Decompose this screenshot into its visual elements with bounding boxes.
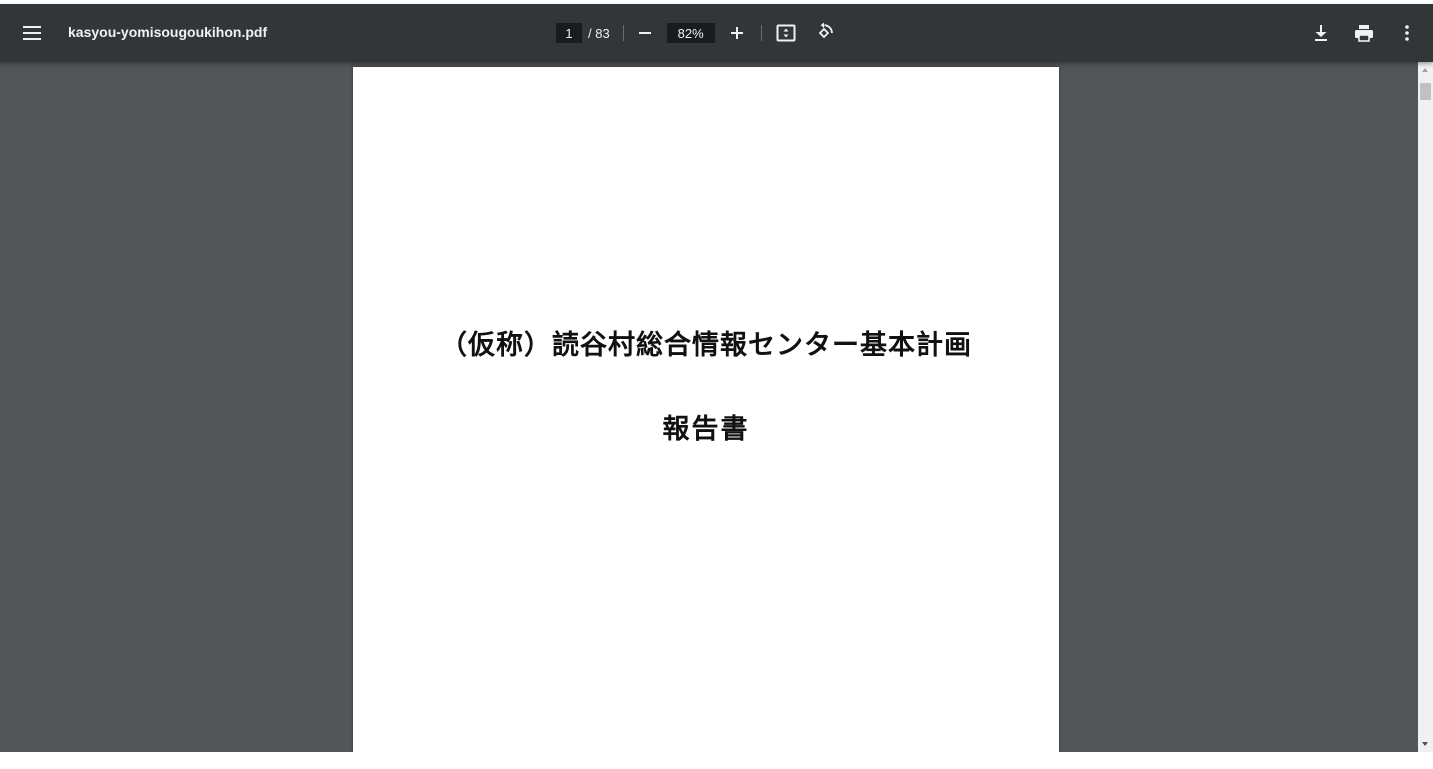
pdf-toolbar: kasyou-yomisougoukihon.pdf / 83 [0, 4, 1433, 62]
document-title: （仮称）読谷村総合情報センター基本計画 [440, 330, 972, 361]
toolbar-divider [622, 25, 624, 41]
document-subtitle: 報告書 [662, 414, 750, 445]
fit-to-page-icon[interactable] [774, 21, 798, 45]
zoom-level-input[interactable] [666, 23, 715, 43]
minus-icon[interactable] [633, 21, 657, 45]
scroll-up-arrow-icon[interactable] [1422, 68, 1428, 72]
vertical-scrollbar[interactable] [1418, 62, 1433, 752]
scrollbar-thumb[interactable] [1420, 83, 1431, 100]
page-number-input[interactable] [556, 23, 582, 43]
page-total-label: / 83 [588, 25, 610, 41]
rotate-counterclockwise-icon[interactable] [812, 21, 836, 45]
document-actions [1290, 21, 1419, 45]
scroll-down-arrow-icon[interactable] [1422, 742, 1428, 746]
toolbar-divider [760, 25, 762, 41]
document-viewer[interactable]: （仮称）読谷村総合情報センター基本計画 報告書 [0, 62, 1418, 752]
hamburger-menu-icon[interactable] [12, 13, 52, 53]
more-vertical-icon[interactable] [1395, 21, 1419, 45]
print-icon[interactable] [1352, 21, 1376, 45]
file-name-title: kasyou-yomisougoukihon.pdf [68, 24, 268, 40]
pdf-page-1: （仮称）読谷村総合情報センター基本計画 報告書 [353, 67, 1059, 752]
download-icon[interactable] [1309, 21, 1333, 45]
plus-icon[interactable] [725, 21, 749, 45]
pdf-viewer-window: kasyou-yomisougoukihon.pdf / 83 [0, 0, 1433, 769]
page-zoom-controls: / 83 [556, 21, 836, 45]
